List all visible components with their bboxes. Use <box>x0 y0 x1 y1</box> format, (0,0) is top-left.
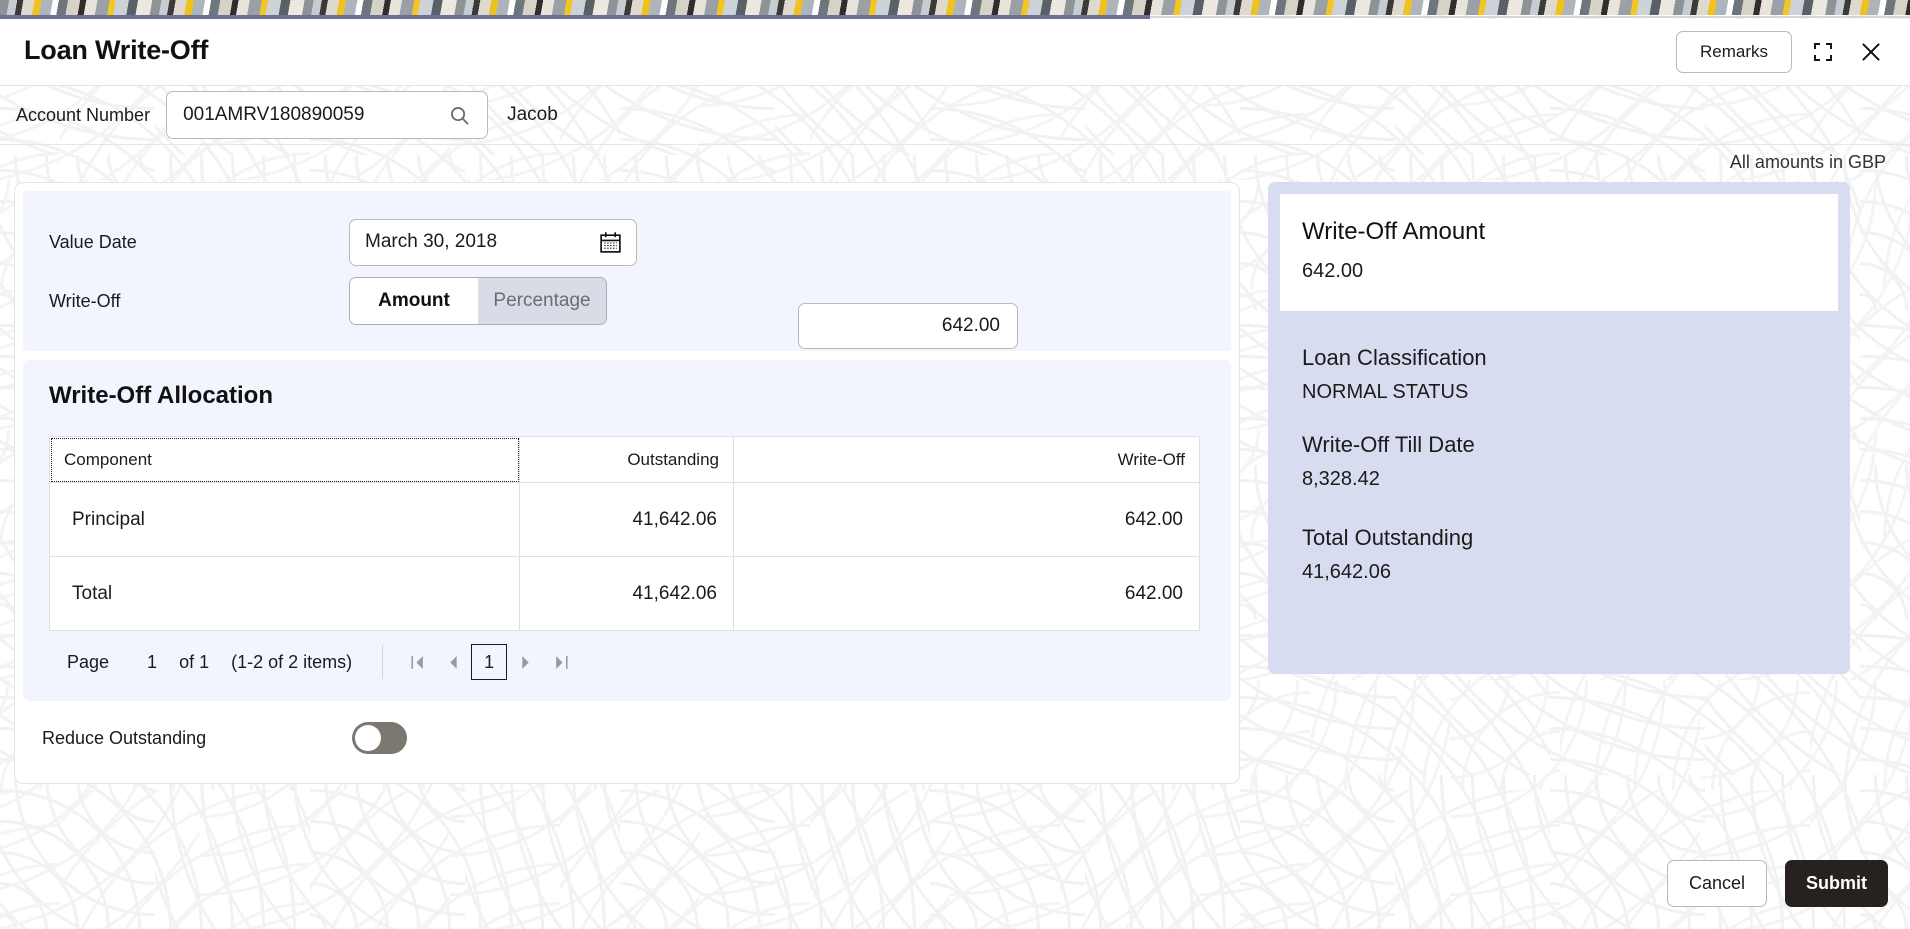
currency-note: All amounts in GBP <box>1729 152 1886 172</box>
reduce-outstanding-label: Reduce Outstanding <box>42 727 207 748</box>
account-number-label: Account Number <box>16 104 151 125</box>
value-date-label: Value Date <box>49 231 137 252</box>
pagination-items-label: (1-2 of 2 items) <box>231 651 353 672</box>
account-number-field[interactable] <box>166 91 489 139</box>
table-row[interactable]: Principal 41,642.06 642.00 <box>49 482 1200 557</box>
table-header-row: Component Outstanding Write-Off <box>49 436 1200 483</box>
loan-write-off-modal: Loan Write-Off Remarks Account Number 00… <box>0 0 1910 929</box>
column-header-write-off[interactable]: Write-Off <box>733 436 1200 483</box>
calendar-icon[interactable] <box>598 230 623 255</box>
summary-item-label: Total Outstanding <box>1302 525 1474 550</box>
cell-outstanding: 41,642.06 <box>519 556 734 631</box>
allocation-table: Component Outstanding Write-Off Principa… <box>49 436 1200 631</box>
submit-button[interactable]: Submit <box>1785 860 1888 907</box>
column-header-component[interactable]: Component <box>49 436 520 483</box>
pagination-of-label: of 1 <box>179 651 210 672</box>
write-off-summary-panel: Write-Off Amount 642.00 Loan Classificat… <box>1268 182 1850 674</box>
pagination-page-label: Page <box>67 651 110 672</box>
previous-page-icon[interactable] <box>435 645 471 679</box>
write-off-form-panel: Value Date March 30, 2018 Write-Off Amou… <box>23 191 1231 351</box>
reduce-outstanding-toggle[interactable] <box>352 722 407 754</box>
table-row[interactable]: Total 41,642.06 642.00 <box>49 556 1200 631</box>
remarks-button[interactable]: Remarks <box>1675 31 1792 73</box>
reduce-outstanding-row: Reduce Outstanding <box>23 701 1231 775</box>
modal-footer: Cancel Submit <box>1667 860 1888 907</box>
value-date-value: March 30, 2018 <box>365 231 498 252</box>
first-page-icon[interactable] <box>399 645 435 679</box>
modal-header: Loan Write-Off Remarks <box>0 19 1910 86</box>
header-actions: Remarks <box>1675 31 1888 73</box>
close-icon[interactable] <box>1854 35 1888 69</box>
column-header-outstanding[interactable]: Outstanding <box>519 436 734 483</box>
write-off-main-card: Value Date March 30, 2018 Write-Off Amou… <box>14 182 1240 784</box>
pagination-divider <box>382 645 384 679</box>
write-off-allocation-card: Write-Off Allocation Component Outstandi… <box>23 360 1231 701</box>
write-off-mode-label: Write-Off <box>49 290 121 311</box>
allocation-title: Write-Off Allocation <box>49 382 273 409</box>
summary-item-value: NORMAL STATUS <box>1302 381 1469 403</box>
next-page-icon[interactable] <box>507 645 543 679</box>
table-pagination: Page 1 of 1 (1-2 of 2 items) 1 <box>49 631 1205 693</box>
write-off-amount-card: Write-Off Amount 642.00 <box>1280 194 1838 311</box>
summary-item-label: Write-Off Till Date <box>1302 432 1475 457</box>
toggle-knob <box>355 725 381 751</box>
summary-hero-label: Write-Off Amount <box>1302 218 1486 245</box>
background-banner-strip <box>0 0 1910 15</box>
account-number-input[interactable] <box>167 104 449 126</box>
summary-item-label: Loan Classification <box>1302 345 1487 370</box>
cell-write-off: 642.00 <box>733 556 1200 631</box>
header-divider <box>1150 16 1910 18</box>
pagination-page-number[interactable]: 1 <box>147 652 157 673</box>
cancel-button[interactable]: Cancel <box>1667 860 1767 907</box>
last-page-icon[interactable] <box>543 645 579 679</box>
summary-item-value: 41,642.06 <box>1302 561 1391 583</box>
mode-percentage-button[interactable]: Percentage <box>478 278 606 324</box>
cell-write-off: 642.00 <box>733 482 1200 557</box>
write-off-amount-input[interactable] <box>798 303 1018 349</box>
search-icon[interactable] <box>448 104 471 127</box>
account-bar: Account Number Jacob <box>0 86 1910 145</box>
page-title: Loan Write-Off <box>24 35 209 65</box>
value-date-field[interactable]: March 30, 2018 <box>349 218 637 266</box>
write-off-mode-toggle[interactable]: Amount Percentage <box>349 277 607 325</box>
collapse-icon[interactable] <box>1806 35 1840 69</box>
cell-outstanding: 41,642.06 <box>519 482 734 557</box>
pagination-current-page[interactable]: 1 <box>471 644 508 680</box>
summary-hero-value: 642.00 <box>1302 260 1364 282</box>
mode-amount-button[interactable]: Amount <box>350 278 478 324</box>
customer-name: Jacob <box>507 104 558 125</box>
cell-component: Principal <box>49 482 520 557</box>
cell-component: Total <box>49 556 520 631</box>
summary-item-value: 8,328.42 <box>1302 468 1380 490</box>
summary-details: Loan Classification NORMAL STATUS Write-… <box>1280 311 1838 584</box>
